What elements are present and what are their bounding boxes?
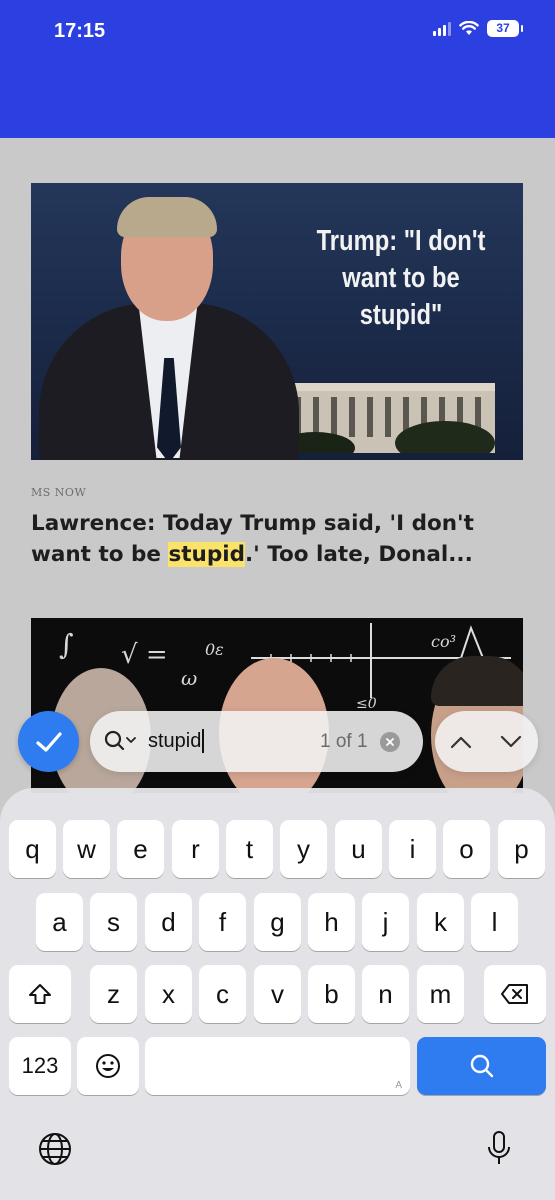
key-m[interactable]: m [417, 965, 464, 1023]
key-v[interactable]: v [254, 965, 301, 1023]
key-z[interactable]: z [90, 965, 137, 1023]
done-button[interactable] [18, 711, 79, 772]
search-key[interactable] [417, 1037, 546, 1095]
status-icons: 37 [433, 20, 523, 37]
key-j[interactable]: j [362, 893, 409, 951]
key-c[interactable]: c [199, 965, 246, 1023]
search-match-highlight: stupid [168, 542, 245, 567]
search-icon [470, 1054, 493, 1078]
key-s[interactable]: s [90, 893, 137, 951]
capitol-building-graphic [285, 383, 495, 453]
key-q[interactable]: q [9, 820, 56, 878]
shift-icon [29, 984, 51, 1004]
previous-match-button[interactable] [445, 726, 477, 758]
battery-icon: 37 [487, 20, 523, 37]
search-options-icon[interactable] [104, 730, 138, 752]
key-t[interactable]: t [226, 820, 273, 878]
next-match-button[interactable] [495, 726, 527, 758]
key-u[interactable]: u [335, 820, 382, 878]
key-f[interactable]: f [199, 893, 246, 951]
wifi-icon [459, 21, 479, 36]
find-input[interactable]: stupid [148, 729, 205, 753]
key-i[interactable]: i [389, 820, 436, 878]
chevron-up-icon [450, 736, 472, 749]
text-caret [202, 729, 205, 753]
key-n[interactable]: n [362, 965, 409, 1023]
delete-icon [501, 984, 528, 1004]
key-b[interactable]: b [308, 965, 355, 1023]
delete-key[interactable] [484, 965, 546, 1023]
article-headline[interactable]: Lawrence: Today Trump said, 'I don't wan… [31, 508, 531, 570]
key-h[interactable]: h [308, 893, 355, 951]
emoji-key[interactable] [77, 1037, 139, 1095]
clear-icon[interactable] [380, 732, 400, 752]
key-r[interactable]: r [172, 820, 219, 878]
status-time: 17:15 [54, 20, 106, 42]
microphone-icon[interactable] [482, 1128, 516, 1170]
key-y[interactable]: y [280, 820, 327, 878]
cellular-signal-icon [433, 21, 451, 36]
numbers-key[interactable]: 123 [9, 1037, 71, 1095]
key-p[interactable]: p [498, 820, 545, 878]
article-image[interactable]: Trump: "I don't want to be stupid" [31, 183, 523, 460]
key-g[interactable]: g [254, 893, 301, 951]
globe-icon[interactable] [36, 1130, 74, 1168]
space-key[interactable]: A [145, 1037, 410, 1095]
match-navigation [435, 711, 538, 772]
chevron-down-icon [500, 735, 522, 748]
key-d[interactable]: d [145, 893, 192, 951]
key-k[interactable]: k [417, 893, 464, 951]
emoji-icon [96, 1054, 120, 1078]
keyboard: q w e r t y u i o p a s d f g h j k l z … [0, 788, 555, 1200]
key-w[interactable]: w [63, 820, 110, 878]
app-header: 17:15 37 [0, 0, 555, 138]
checkmark-icon [35, 731, 62, 752]
image-caption: Trump: "I don't want to be stupid" [316, 225, 486, 331]
match-count: 1 of 1 [320, 731, 368, 752]
article-source: MS NOW [31, 486, 87, 499]
key-a[interactable]: a [36, 893, 83, 951]
key-o[interactable]: o [443, 820, 490, 878]
key-x[interactable]: x [145, 965, 192, 1023]
key-e[interactable]: e [117, 820, 164, 878]
shift-key[interactable] [9, 965, 71, 1023]
find-in-page-field[interactable]: stupid 1 of 1 [90, 711, 423, 772]
key-l[interactable]: l [471, 893, 518, 951]
